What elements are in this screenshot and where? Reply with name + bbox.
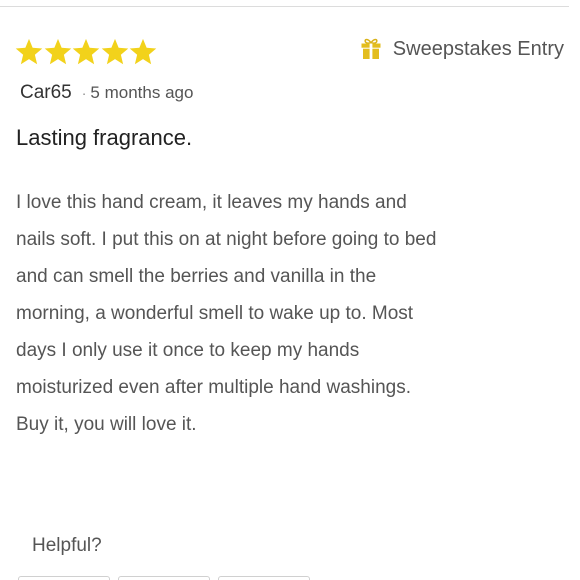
separator: · <box>81 85 87 101</box>
sweepstakes-label: Sweepstakes Entry <box>392 37 564 60</box>
review-body-line: I love this hand cream, it leaves my han… <box>16 192 407 213</box>
star-icon <box>100 36 129 68</box>
review-body-line: days I only use it once to keep my hands <box>16 340 360 361</box>
star-icon <box>71 36 100 68</box>
review-body-line: moisturized even after multiple hand was… <box>16 377 411 398</box>
review-card: Sweepstakes Entry Car65 · 5 months ago L… <box>0 0 580 580</box>
review-body: I love this hand cream, it leaves my han… <box>16 184 516 443</box>
helpful-yes-button[interactable] <box>18 576 110 580</box>
star-icon <box>43 36 72 68</box>
review-body-line: and can smell the berries and vanilla in… <box>16 266 377 287</box>
star-icon <box>128 36 157 68</box>
divider <box>0 6 569 7</box>
review-date: 5 months ago <box>90 83 194 102</box>
star-icon <box>14 36 43 68</box>
review-body-line: nails soft. I put this on at night befor… <box>16 229 437 250</box>
review-title: Lasting fragrance. <box>16 125 193 150</box>
report-button[interactable] <box>218 576 310 580</box>
star-rating <box>14 36 157 70</box>
reviewer-name[interactable]: Car65 <box>20 82 72 104</box>
review-body-line: Buy it, you will love it. <box>16 414 197 435</box>
reviewer-info: Car65 · 5 months ago <box>20 82 193 104</box>
sweepstakes-entry-badge: Sweepstakes Entry <box>359 37 564 61</box>
helpful-no-button[interactable] <box>118 576 210 580</box>
review-body-line: morning, a wonderful smell to wake up to… <box>16 303 414 324</box>
gift-icon <box>359 37 383 61</box>
helpful-label: Helpful? <box>32 535 102 556</box>
helpful-vote-buttons <box>18 576 310 580</box>
